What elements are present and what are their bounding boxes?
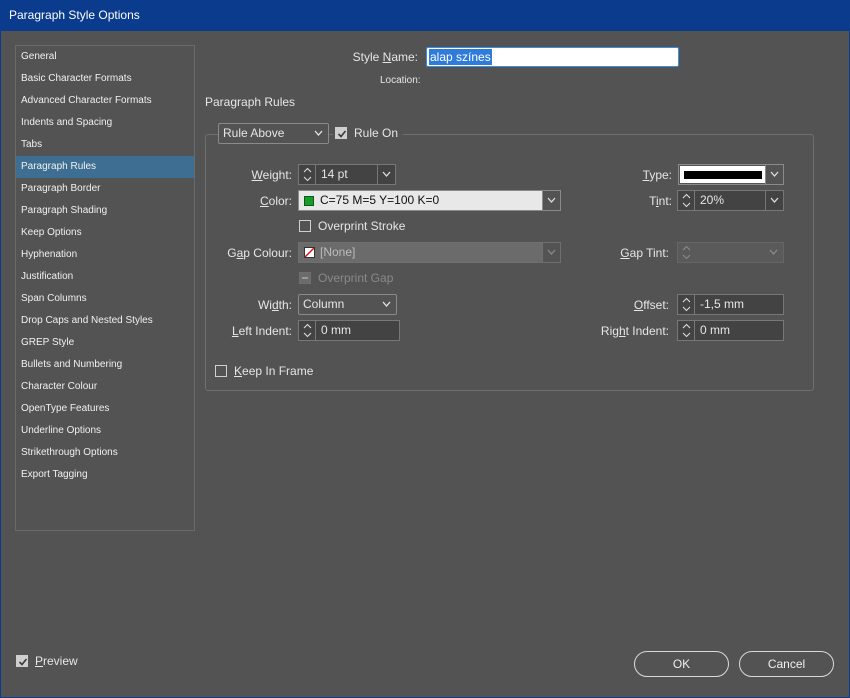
sidebar-item-opentype-features[interactable]: OpenType Features [16, 398, 194, 420]
stepper-arrows-icon[interactable] [299, 165, 316, 184]
overprint-gap-label: Overprint Gap [318, 271, 394, 285]
keep-in-frame-label: Keep In Frame [234, 364, 314, 378]
sidebar-item-bullets-and-numbering[interactable]: Bullets and Numbering [16, 354, 194, 376]
width-select[interactable]: Column [298, 294, 397, 315]
sidebar-item-basic-character-formats[interactable]: Basic Character Formats [16, 68, 194, 90]
gap-colour-select[interactable]: [None] [298, 242, 561, 263]
overprint-stroke-checkbox[interactable] [299, 220, 311, 232]
chevron-down-icon [314, 130, 323, 136]
stepper-arrows-icon[interactable] [678, 191, 695, 210]
weight-label: Weight: [251, 168, 292, 182]
chevron-down-icon [382, 301, 391, 307]
section-title: Paragraph Rules [205, 95, 296, 109]
offset-stepper[interactable]: -1,5 mm [677, 294, 784, 315]
none-swatch-icon [304, 247, 315, 258]
chevron-down-icon[interactable] [542, 191, 560, 210]
sidebar-item-grep-style[interactable]: GREP Style [16, 332, 194, 354]
sidebar-item-indents-and-spacing[interactable]: Indents and Spacing [16, 112, 194, 134]
left-indent-label: Left Indent: [231, 324, 292, 338]
tint-stepper[interactable]: 20% [677, 190, 784, 211]
cancel-button[interactable]: Cancel [739, 651, 834, 677]
type-swatch-area [680, 166, 766, 183]
checkmark-icon [18, 658, 28, 666]
stepper-arrows-icon[interactable] [299, 321, 316, 340]
solid-line-icon [684, 171, 762, 179]
chevron-down-icon[interactable] [765, 165, 783, 184]
ok-button[interactable]: OK [634, 651, 729, 677]
preview-checkbox[interactable] [16, 655, 28, 667]
style-name-input[interactable]: alap színes [426, 47, 679, 67]
rule-on-checkbox[interactable] [335, 127, 347, 139]
overprint-gap-checkbox[interactable] [299, 272, 311, 284]
location-label: Location: [380, 75, 421, 86]
window-title: Paragraph Style Options [0, 0, 850, 31]
sidebar-item-general[interactable]: General [16, 46, 194, 68]
sidebar-item-export-tagging[interactable]: Export Tagging [16, 464, 194, 486]
gap-tint-stepper[interactable] [677, 242, 784, 263]
offset-label: Offset: [633, 298, 669, 312]
rule-position-select[interactable]: Rule Above [218, 123, 329, 144]
sidebar-item-span-columns[interactable]: Span Columns [16, 288, 194, 310]
stepper-arrows-icon[interactable] [678, 321, 695, 340]
tint-label: Tint: [649, 194, 672, 208]
sidebar-item-justification[interactable]: Justification [16, 266, 194, 288]
width-label: Width: [257, 298, 292, 312]
color-label: Color: [259, 194, 292, 208]
chevron-down-icon[interactable] [765, 243, 783, 262]
overprint-stroke-label: Overprint Stroke [318, 219, 406, 233]
sidebar-item-paragraph-rules[interactable]: Paragraph Rules [16, 156, 194, 178]
category-list[interactable]: General Basic Character Formats Advanced… [15, 45, 195, 531]
type-select[interactable] [678, 164, 784, 185]
sidebar-item-advanced-character-formats[interactable]: Advanced Character Formats [16, 90, 194, 112]
sidebar-item-underline-options[interactable]: Underline Options [16, 420, 194, 442]
chevron-down-icon[interactable] [377, 165, 395, 184]
left-indent-stepper[interactable]: 0 mm [298, 320, 400, 341]
gap-colour-label: Gap Colour: [227, 246, 292, 260]
rule-on-label: Rule On [354, 126, 399, 140]
sidebar-item-character-colour[interactable]: Character Colour [16, 376, 194, 398]
chevron-down-icon[interactable] [765, 191, 783, 210]
sidebar-item-paragraph-border[interactable]: Paragraph Border [16, 178, 194, 200]
sidebar-item-strikethrough-options[interactable]: Strikethrough Options [16, 442, 194, 464]
gap-tint-label: Gap Tint: [620, 246, 669, 260]
checkmark-icon [337, 130, 347, 138]
stepper-arrows-icon[interactable] [678, 295, 695, 314]
sidebar-item-drop-caps[interactable]: Drop Caps and Nested Styles [16, 310, 194, 332]
sidebar-item-paragraph-shading[interactable]: Paragraph Shading [16, 200, 194, 222]
stepper-arrows-icon[interactable] [678, 243, 695, 262]
right-indent-stepper[interactable]: 0 mm [677, 320, 784, 341]
keep-in-frame-checkbox[interactable] [215, 365, 227, 377]
preview-label: Preview [35, 654, 78, 668]
right-indent-label: Right Indent: [600, 324, 669, 338]
weight-stepper[interactable]: 14 pt [298, 164, 396, 185]
type-label: Type: [642, 168, 672, 182]
color-swatch-icon [304, 196, 314, 206]
style-name-label: Style Name: [352, 50, 418, 64]
sidebar-item-tabs[interactable]: Tabs [16, 134, 194, 156]
color-select[interactable]: C=75 M=5 Y=100 K=0 [298, 190, 561, 211]
sidebar-item-keep-options[interactable]: Keep Options [16, 222, 194, 244]
sidebar-item-hyphenation[interactable]: Hyphenation [16, 244, 194, 266]
chevron-down-icon[interactable] [542, 243, 560, 262]
